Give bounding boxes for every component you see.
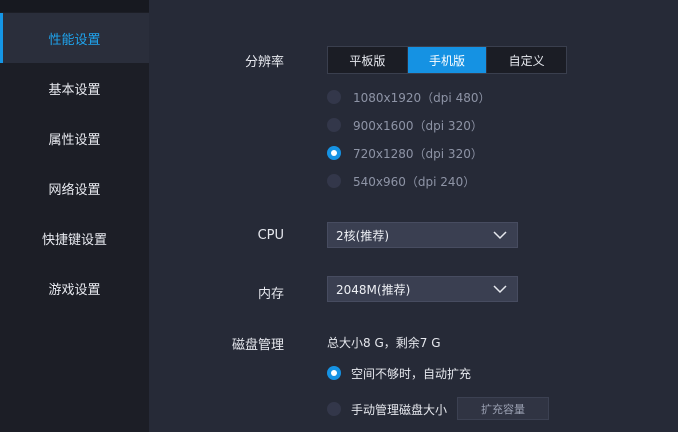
sidebar-item-label: 性能设置 bbox=[48, 32, 101, 48]
radio-label: 720x1280（dpi 320） bbox=[353, 146, 483, 161]
radio-button[interactable] bbox=[327, 402, 341, 416]
mode-custom-button[interactable]: 自定义 bbox=[487, 47, 567, 73]
chevron-down-icon bbox=[493, 231, 507, 240]
radio-label: 540x960（dpi 240） bbox=[353, 174, 476, 189]
disk-option-manual[interactable]: 手动管理磁盘大小 bbox=[327, 400, 447, 418]
expand-capacity-button[interactable]: 扩充容量 bbox=[457, 397, 549, 420]
cpu-select-value: 2核(推荐) bbox=[336, 228, 389, 243]
sidebar-item-label: 网络设置 bbox=[48, 182, 101, 198]
sidebar-item-label: 属性设置 bbox=[48, 132, 101, 148]
resolution-mode-segmented: 平板版 手机版 自定义 bbox=[327, 46, 567, 74]
sidebar-item-performance[interactable]: 性能设置 bbox=[0, 13, 149, 63]
radio-button-checked[interactable] bbox=[327, 366, 341, 380]
disk-option-auto[interactable]: 空间不够时，自动扩充 bbox=[327, 364, 471, 382]
resolution-option-540[interactable]: 540x960（dpi 240） bbox=[327, 172, 475, 190]
memory-select[interactable]: 2048M(推荐) bbox=[327, 276, 518, 302]
sidebar-item-label: 快捷键设置 bbox=[41, 232, 107, 248]
radio-label: 1080x1920（dpi 480） bbox=[353, 90, 491, 105]
cpu-select[interactable]: 2核(推荐) bbox=[327, 222, 518, 248]
radio-label: 900x1600（dpi 320） bbox=[353, 118, 483, 133]
cpu-label: CPU bbox=[257, 228, 284, 243]
sidebar: 性能设置 基本设置 属性设置 网络设置 快捷键设置 游戏设置 bbox=[0, 0, 149, 432]
sidebar-top-strip bbox=[0, 0, 149, 12]
radio-button-checked[interactable] bbox=[327, 146, 341, 160]
sidebar-item-label: 游戏设置 bbox=[48, 282, 101, 298]
disk-size-info: 总大小8 G，剩余7 G bbox=[327, 336, 441, 350]
radio-button[interactable] bbox=[327, 118, 341, 132]
memory-select-value: 2048M(推荐) bbox=[336, 282, 411, 297]
radio-label: 空间不够时，自动扩充 bbox=[351, 366, 472, 381]
radio-label: 手动管理磁盘大小 bbox=[351, 402, 448, 417]
resolution-option-1080[interactable]: 1080x1920（dpi 480） bbox=[327, 88, 490, 106]
sidebar-item-game[interactable]: 游戏设置 bbox=[0, 263, 149, 313]
memory-label: 内存 bbox=[257, 287, 284, 302]
resolution-option-900[interactable]: 900x1600（dpi 320） bbox=[327, 116, 483, 134]
sidebar-item-properties[interactable]: 属性设置 bbox=[0, 113, 149, 163]
disk-label: 磁盘管理 bbox=[231, 338, 284, 353]
chevron-down-icon bbox=[493, 285, 507, 294]
sidebar-item-network[interactable]: 网络设置 bbox=[0, 163, 149, 213]
resolution-label: 分辨率 bbox=[244, 55, 284, 70]
radio-button[interactable] bbox=[327, 174, 341, 188]
sidebar-item-shortcuts[interactable]: 快捷键设置 bbox=[0, 213, 149, 263]
mode-tablet-button[interactable]: 平板版 bbox=[328, 47, 408, 73]
radio-button[interactable] bbox=[327, 90, 341, 104]
mode-phone-button[interactable]: 手机版 bbox=[407, 47, 488, 73]
sidebar-item-basic[interactable]: 基本设置 bbox=[0, 63, 149, 113]
sidebar-item-label: 基本设置 bbox=[48, 82, 101, 98]
resolution-option-720[interactable]: 720x1280（dpi 320） bbox=[327, 144, 483, 162]
